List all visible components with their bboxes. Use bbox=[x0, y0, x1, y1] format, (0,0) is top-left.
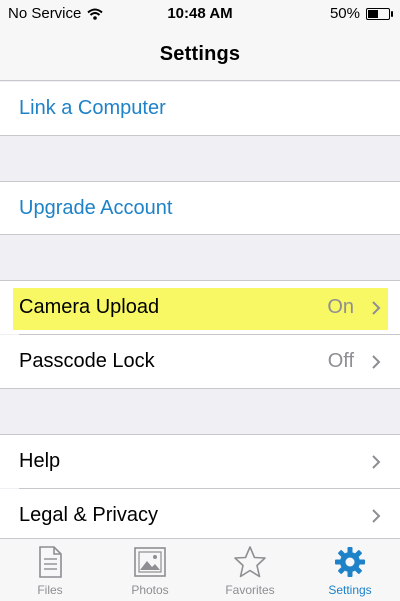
files-icon bbox=[39, 546, 62, 578]
tab-settings-label: Settings bbox=[328, 583, 372, 597]
legal-privacy-cell[interactable]: Legal & Privacy bbox=[0, 489, 400, 543]
nav-bar: Settings bbox=[0, 28, 400, 81]
passcode-lock-value: Off bbox=[327, 350, 354, 372]
tab-settings[interactable]: Settings bbox=[300, 539, 400, 601]
chevron-right-icon bbox=[372, 455, 381, 469]
upgrade-account-cell[interactable]: Upgrade Account bbox=[0, 181, 400, 235]
battery-icon bbox=[366, 7, 393, 20]
camera-upload-label: Camera Upload bbox=[19, 296, 160, 318]
status-bar: No Service 10:48 AM 50% bbox=[0, 0, 400, 28]
settings-gear-icon bbox=[335, 547, 365, 577]
tab-photos-label: Photos bbox=[131, 583, 169, 597]
battery-fill bbox=[368, 9, 378, 18]
page-title: Settings bbox=[159, 42, 241, 65]
link-computer-label: Link a Computer bbox=[19, 97, 166, 119]
passcode-lock-cell[interactable]: Passcode Lock Off bbox=[0, 335, 400, 389]
tab-photos[interactable]: Photos bbox=[100, 539, 200, 601]
camera-upload-value: On bbox=[327, 296, 354, 318]
favorites-icon bbox=[234, 546, 266, 578]
photos-icon bbox=[134, 547, 166, 577]
chevron-right-icon bbox=[372, 355, 381, 369]
battery-percent: 50% bbox=[329, 5, 360, 22]
legal-privacy-label: Legal & Privacy bbox=[19, 504, 158, 526]
upgrade-account-label: Upgrade Account bbox=[19, 197, 173, 219]
tab-files[interactable]: Files bbox=[0, 539, 100, 601]
camera-upload-cell[interactable]: Camera Upload On bbox=[0, 280, 400, 334]
tab-favorites[interactable]: Favorites bbox=[200, 539, 300, 601]
status-right: 50% bbox=[329, 5, 393, 22]
help-label: Help bbox=[19, 450, 61, 472]
chevron-right-icon bbox=[372, 301, 381, 315]
tab-favorites-label: Favorites bbox=[225, 583, 275, 597]
tab-files-label: Files bbox=[37, 583, 63, 597]
link-computer-cell[interactable]: Link a Computer bbox=[0, 82, 400, 136]
passcode-lock-label: Passcode Lock bbox=[19, 350, 155, 372]
chevron-right-icon bbox=[372, 509, 381, 523]
help-cell[interactable]: Help bbox=[0, 434, 400, 488]
tab-bar: Files Photos Favorites Settings bbox=[0, 538, 400, 601]
